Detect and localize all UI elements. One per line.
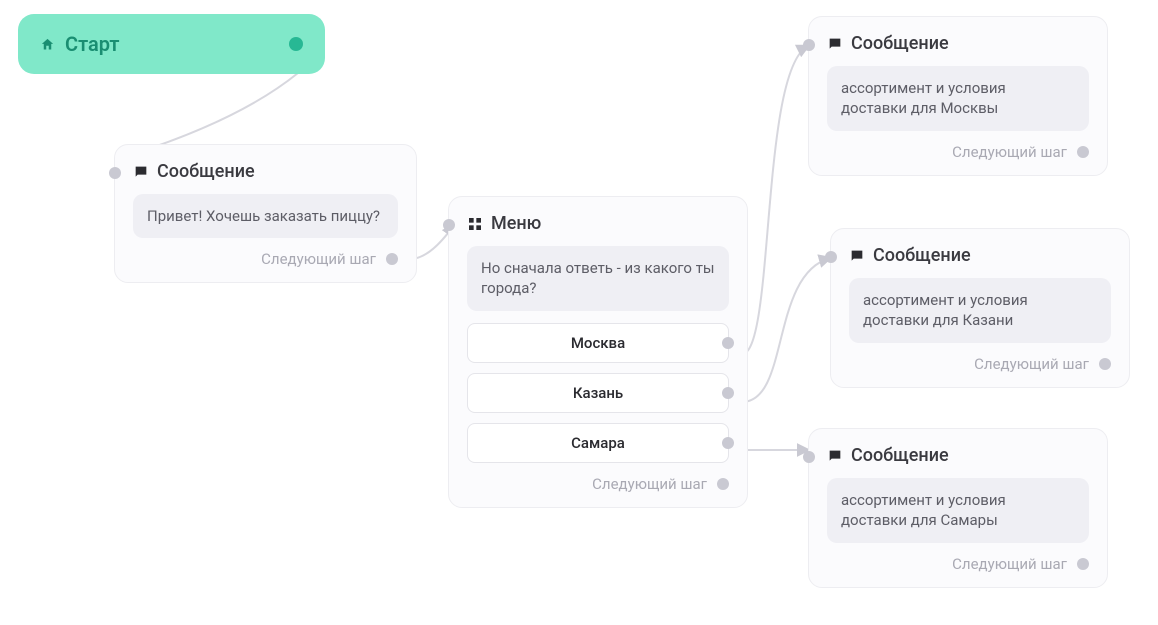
option-out-port[interactable] [722, 387, 734, 399]
next-step-row[interactable]: Следующий шаг [849, 355, 1111, 373]
message-node-samara[interactable]: Сообщение ассортимент и условия доставки… [808, 428, 1108, 588]
start-out-port[interactable] [289, 37, 303, 51]
option-label: Москва [571, 334, 625, 352]
menu-options: Москва Казань Самара [467, 323, 729, 463]
start-node[interactable]: Старт [18, 14, 325, 74]
menu-option-kazan[interactable]: Казань [467, 373, 729, 413]
card-header: Сообщение [827, 445, 1089, 466]
chat-icon [827, 36, 843, 52]
card-header: Сообщение [849, 245, 1111, 266]
next-step-row[interactable]: Следующий шаг [827, 143, 1089, 161]
menu-node[interactable]: Меню Но сначала ответь - из какого ты го… [448, 196, 748, 508]
message-node-greeting[interactable]: Сообщение Привет! Хочешь заказать пиццу?… [114, 144, 417, 283]
message-text: Привет! Хочешь заказать пиццу? [133, 194, 398, 238]
next-step-label: Следующий шаг [592, 475, 707, 493]
grid-icon [467, 216, 483, 232]
next-step-label: Следующий шаг [952, 143, 1067, 161]
next-step-row[interactable]: Следующий шаг [467, 475, 729, 493]
next-step-label: Следующий шаг [952, 555, 1067, 573]
card-title: Сообщение [851, 33, 949, 54]
menu-option-samara[interactable]: Самара [467, 423, 729, 463]
out-port[interactable] [386, 253, 398, 265]
option-out-port[interactable] [722, 437, 734, 449]
message-text: ассортимент и условия доставки для Москв… [827, 66, 1089, 131]
out-port[interactable] [1077, 558, 1089, 570]
next-step-row[interactable]: Следующий шаг [827, 555, 1089, 573]
card-header: Меню [467, 213, 729, 234]
chat-icon [849, 248, 865, 264]
in-port[interactable] [803, 451, 815, 463]
message-node-kazan[interactable]: Сообщение ассортимент и условия доставки… [830, 228, 1130, 388]
message-text: ассортимент и условия доставки для Самар… [827, 478, 1089, 543]
message-node-moscow[interactable]: Сообщение ассортимент и условия доставки… [808, 16, 1108, 176]
menu-option-moscow[interactable]: Москва [467, 323, 729, 363]
option-label: Самара [571, 434, 625, 452]
in-port[interactable] [803, 39, 815, 51]
message-text: ассортимент и условия доставки для Казан… [849, 278, 1111, 343]
card-title: Сообщение [851, 445, 949, 466]
option-label: Казань [573, 384, 623, 402]
next-step-row[interactable]: Следующий шаг [133, 250, 398, 268]
next-step-label: Следующий шаг [974, 355, 1089, 373]
menu-prompt: Но сначала ответь - из какого ты города? [467, 246, 729, 311]
in-port[interactable] [825, 251, 837, 263]
card-title: Меню [491, 213, 541, 234]
out-port[interactable] [1099, 358, 1111, 370]
in-port[interactable] [443, 219, 455, 231]
card-header: Сообщение [827, 33, 1089, 54]
out-port[interactable] [1077, 146, 1089, 158]
out-port[interactable] [717, 478, 729, 490]
start-label: Старт [65, 32, 119, 56]
home-icon [40, 37, 55, 52]
card-title: Сообщение [157, 161, 255, 182]
next-step-label: Следующий шаг [261, 250, 376, 268]
card-header: Сообщение [133, 161, 398, 182]
option-out-port[interactable] [722, 337, 734, 349]
card-title: Сообщение [873, 245, 971, 266]
chat-icon [827, 448, 843, 464]
chat-icon [133, 164, 149, 180]
in-port[interactable] [109, 167, 121, 179]
